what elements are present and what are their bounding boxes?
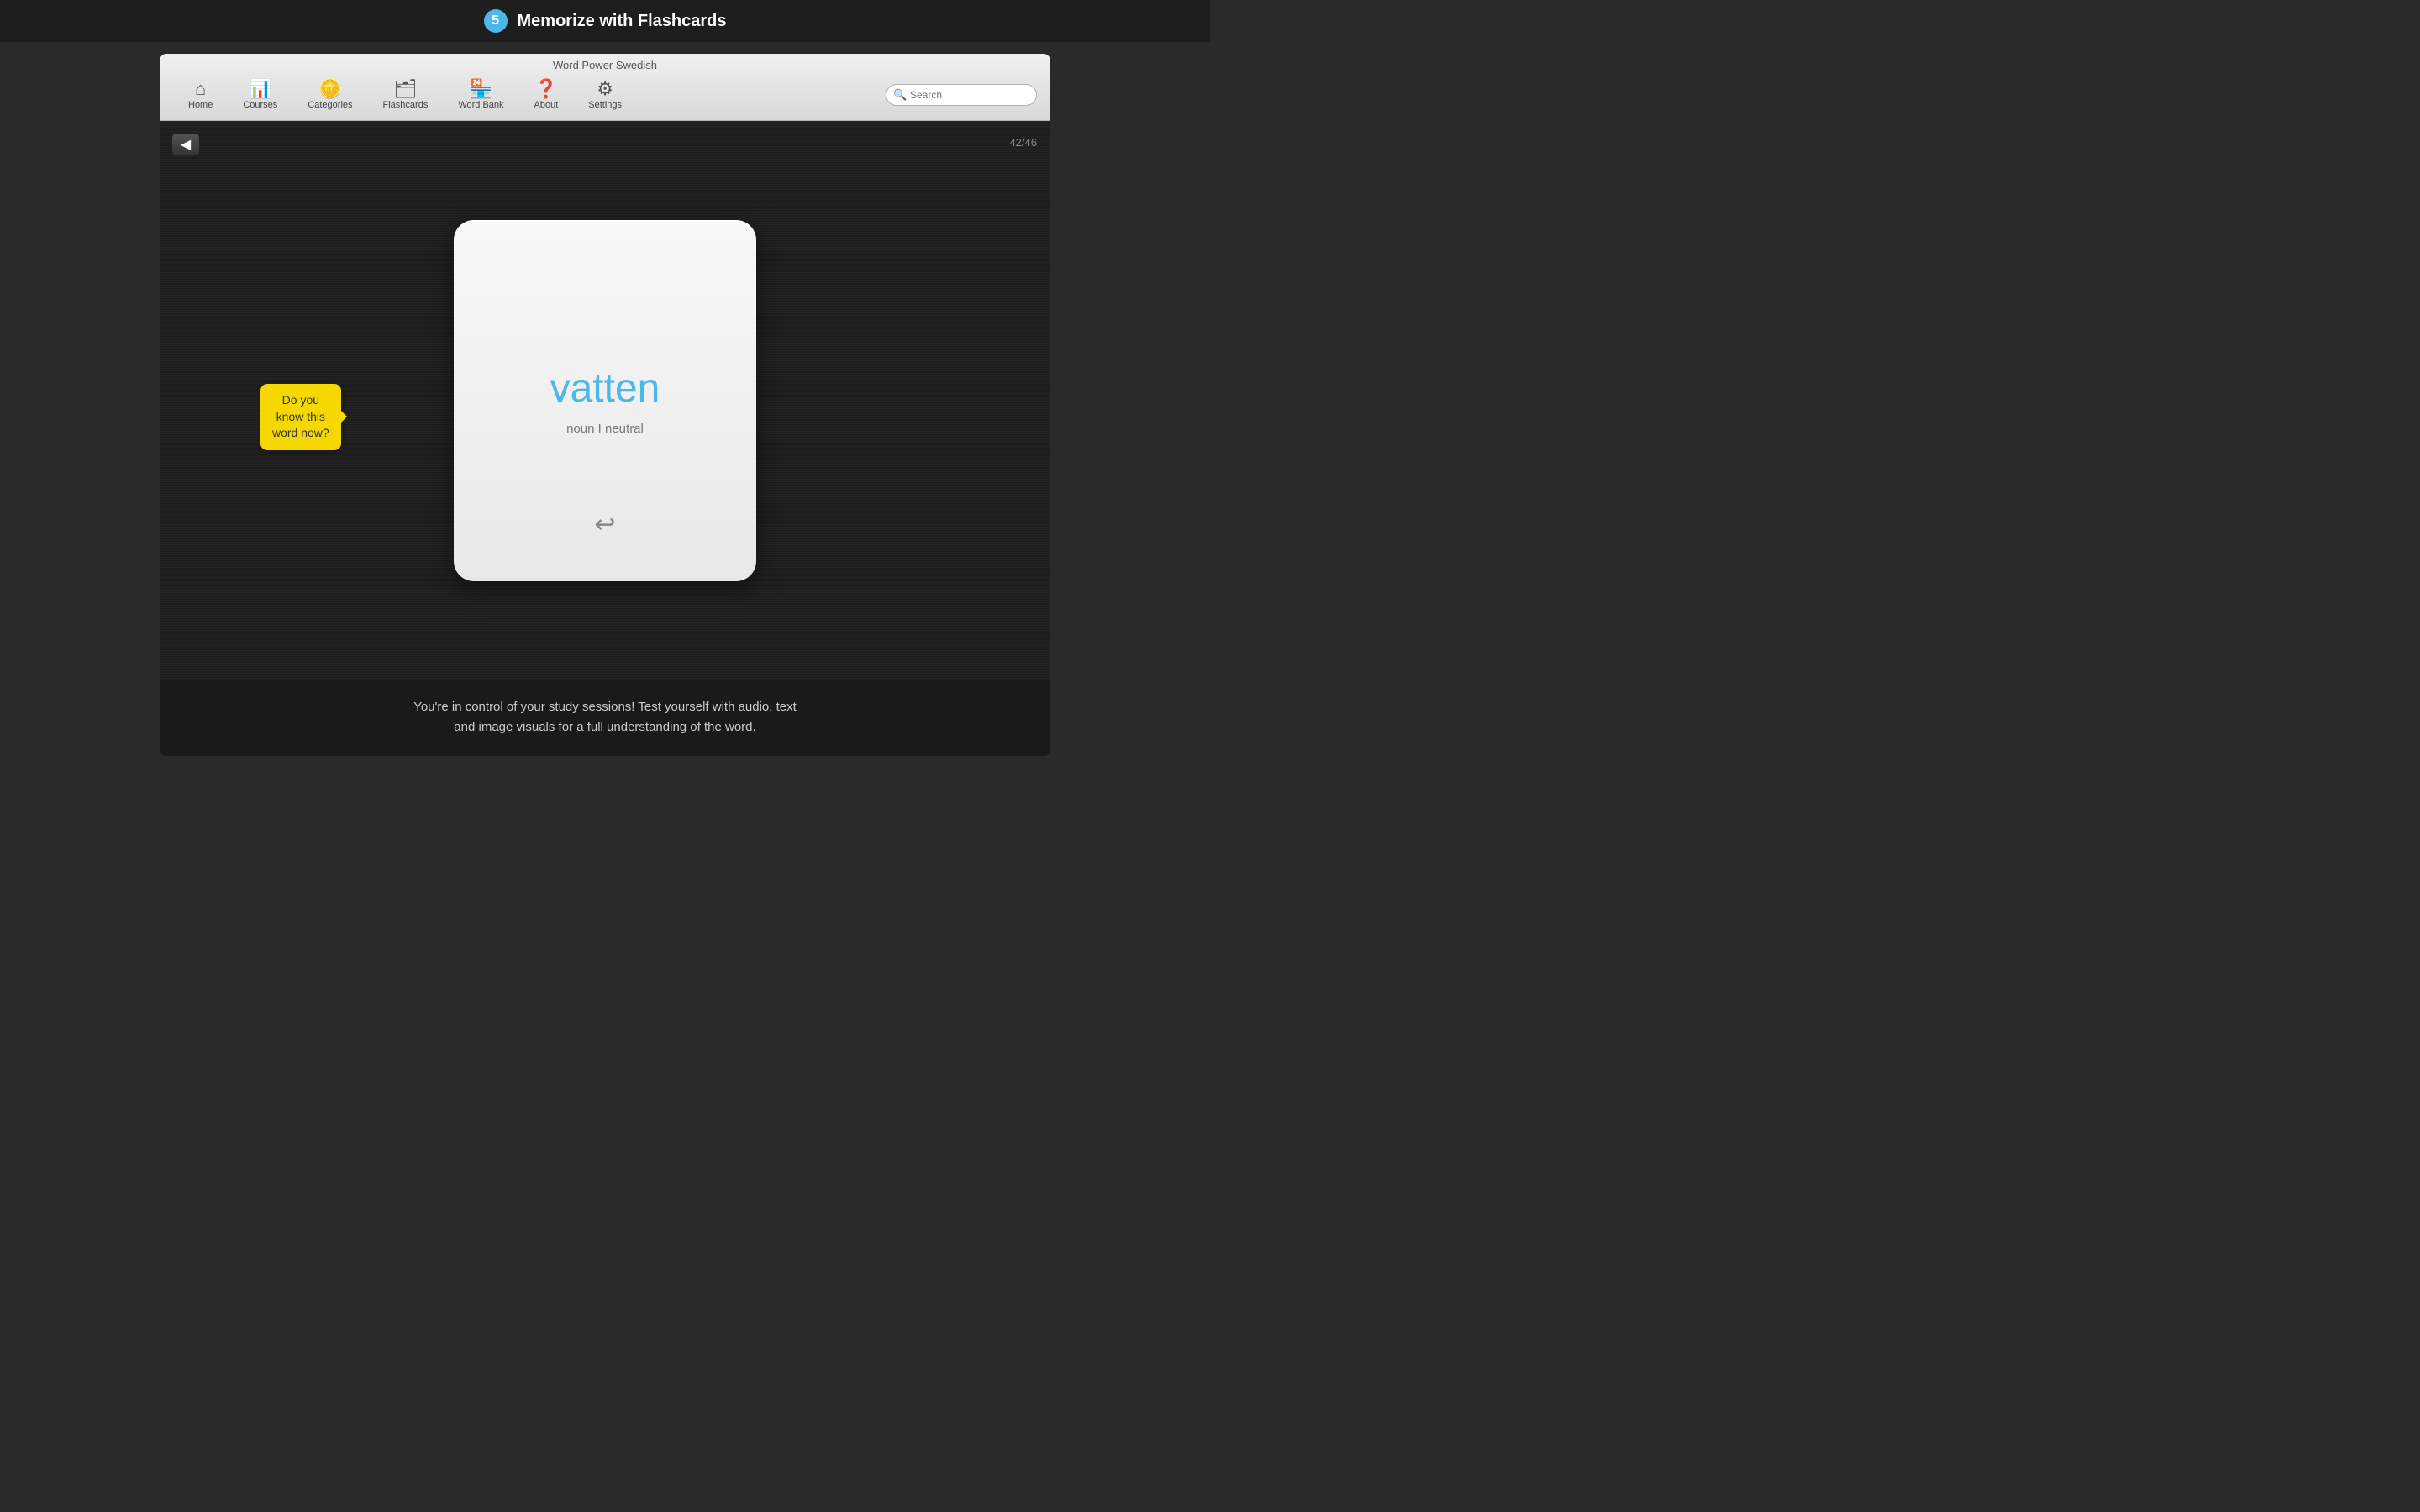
nav-label-courses: Courses <box>243 100 277 110</box>
flashcard-container: Do you know this word now? vatten noun I… <box>160 121 1050 680</box>
about-icon: ❓ <box>534 80 557 98</box>
flip-icon[interactable]: ↩ <box>594 510 615 539</box>
tooltip-line3: word now? <box>272 426 329 439</box>
nav-label-wordbank: Word Bank <box>458 100 503 110</box>
nav-label-home: Home <box>188 100 213 110</box>
app-title: Memorize with Flashcards <box>518 12 727 31</box>
categories-icon: 🪙 <box>318 80 341 98</box>
flashcards-icon: 🗂 <box>393 80 417 98</box>
nav-item-courses[interactable]: 📊 Courses <box>228 76 292 113</box>
app-badge: 5 <box>484 9 508 33</box>
search-input[interactable] <box>886 84 1037 106</box>
card-subtitle: noun I neutral <box>566 422 644 436</box>
tooltip-line1: Do you <box>282 393 319 407</box>
search-bar: 🔍 <box>886 84 1037 106</box>
nav-item-about[interactable]: ❓ About <box>519 76 574 113</box>
footer-description: You're in control of your study sessions… <box>160 680 1050 756</box>
search-wrapper: 🔍 <box>886 84 1037 106</box>
nav-item-settings[interactable]: ⚙ Settings <box>573 76 637 113</box>
main-content: ◀ 42/46 Do you know this word now? vatte… <box>160 121 1050 680</box>
tooltip-line2: know this <box>276 410 325 423</box>
courses-icon: 📊 <box>249 80 271 98</box>
nav-item-wordbank[interactable]: 🏪 Word Bank <box>443 76 518 113</box>
nav-item-flashcards[interactable]: 🗂 Flashcards <box>368 76 444 113</box>
nav-app-title: Word Power Swedish <box>160 54 1050 73</box>
search-icon: 🔍 <box>893 88 907 102</box>
title-bar: 5 Memorize with Flashcards <box>0 0 1210 42</box>
card-word: vatten <box>550 365 660 412</box>
wordbank-icon: 🏪 <box>470 80 492 98</box>
app-window: Word Power Swedish ⌂ Home 📊 Courses 🪙 Ca… <box>160 54 1050 756</box>
footer-text: You're in control of your study sessions… <box>413 700 797 734</box>
nav-bar: Word Power Swedish ⌂ Home 📊 Courses 🪙 Ca… <box>160 54 1050 121</box>
flashcard[interactable]: vatten noun I neutral ↩ <box>454 220 756 581</box>
settings-icon: ⚙ <box>597 80 613 98</box>
nav-items: ⌂ Home 📊 Courses 🪙 Categories 🗂 Flashcar… <box>160 73 1050 120</box>
nav-item-categories[interactable]: 🪙 Categories <box>292 76 367 113</box>
nav-label-settings: Settings <box>588 100 622 110</box>
nav-label-categories: Categories <box>308 100 352 110</box>
home-icon: ⌂ <box>195 80 206 98</box>
nav-label-flashcards: Flashcards <box>383 100 429 110</box>
outer-wrapper: Word Power Swedish ⌂ Home 📊 Courses 🪙 Ca… <box>0 42 1210 756</box>
tooltip-bubble: Do you know this word now? <box>260 384 341 450</box>
nav-item-home[interactable]: ⌂ Home <box>173 76 228 113</box>
nav-label-about: About <box>534 100 559 110</box>
